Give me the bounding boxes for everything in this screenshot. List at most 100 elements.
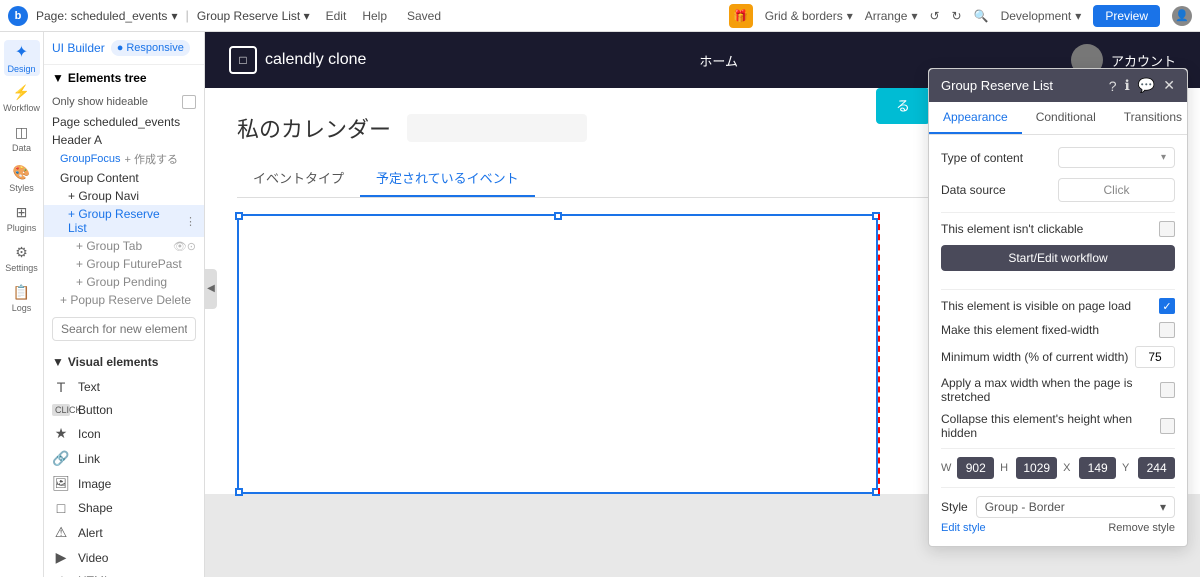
image-element-label: Image: [78, 477, 111, 491]
app-name-label: calendly clone: [265, 51, 366, 69]
sidebar-item-workflow[interactable]: ⚡ Workflow: [4, 80, 40, 116]
edit-menu[interactable]: Edit: [326, 9, 347, 23]
user-avatar-icon: 👤: [1172, 6, 1192, 26]
element-icon[interactable]: ★ Icon: [44, 421, 204, 446]
x-value[interactable]: 149: [1079, 457, 1116, 479]
chat-icon[interactable]: 💬: [1138, 77, 1155, 94]
panel-tabs: Appearance Conditional Transitions: [929, 102, 1187, 135]
tree-item-group-navi[interactable]: + Group Navi: [44, 187, 204, 205]
collapse-icon: ▼: [52, 71, 64, 85]
panel-header: UI Builder ● Responsive: [44, 32, 204, 65]
sidebar-item-design[interactable]: ✦ Design: [4, 40, 40, 76]
max-width-toggle[interactable]: [1160, 382, 1175, 398]
tab-event-type[interactable]: イベントタイプ: [237, 160, 360, 197]
type-of-content-control: ▾: [1058, 147, 1175, 168]
divider-3: [941, 448, 1175, 449]
style-row: Style Group - Border ▾ Edit style Remove…: [941, 496, 1175, 534]
help-icon[interactable]: ?: [1109, 78, 1117, 94]
type-of-content-dropdown[interactable]: ▾: [1058, 147, 1175, 168]
tab-conditional[interactable]: Conditional: [1022, 102, 1110, 134]
sidebar-item-data[interactable]: ◫ Data: [4, 120, 40, 156]
tree-item-group-content[interactable]: Group Content: [44, 169, 204, 187]
element-shape[interactable]: □ Shape: [44, 496, 204, 520]
element-html[interactable]: </> HTML: [44, 570, 204, 577]
element-alert[interactable]: ⚠ Alert: [44, 520, 204, 545]
min-width-value[interactable]: 75: [1135, 346, 1175, 368]
h-value[interactable]: 1029: [1016, 457, 1057, 479]
element-clickable-label: This element isn't clickable: [941, 222, 1083, 236]
elements-tree-label: Elements tree: [68, 71, 147, 85]
info-icon[interactable]: ℹ: [1125, 77, 1130, 94]
tree-item-group-futurepast[interactable]: + Group FuturePast: [44, 255, 204, 273]
element-button[interactable]: CLICK Button: [44, 399, 204, 421]
element-text[interactable]: T Text: [44, 375, 204, 399]
data-source-click-btn[interactable]: Click: [1058, 178, 1175, 202]
group-focus-row[interactable]: GroupFocus + 作成する: [44, 149, 204, 169]
tree-item-group-reserve-list[interactable]: + Group Reserve List ⋮: [44, 205, 204, 237]
w-value[interactable]: 902: [957, 457, 994, 479]
type-of-content-row: Type of content ▾: [941, 147, 1175, 168]
sidebar-item-settings[interactable]: ⚙ Settings: [4, 240, 40, 276]
selection-border: [237, 214, 878, 494]
element-image[interactable]: 🖼 Image: [44, 471, 204, 496]
nav-home[interactable]: ホーム: [699, 51, 738, 70]
grid-borders-button[interactable]: Grid & borders ▾: [765, 9, 853, 23]
visible-on-load-row: This element is visible on page load ✓: [941, 298, 1175, 314]
page-dropdown-arrow[interactable]: ▾: [171, 9, 177, 23]
element-video[interactable]: ▶ Video: [44, 545, 204, 570]
sidebar-collapse-handle[interactable]: ◀: [205, 269, 217, 309]
close-icon[interactable]: ✕: [1163, 77, 1175, 94]
panel-title-bar: Group Reserve List ? ℹ 💬 ✕: [929, 69, 1187, 102]
handle-br: [872, 488, 880, 496]
search-box: [52, 317, 196, 341]
tab-transitions[interactable]: Transitions: [1110, 102, 1196, 134]
collapse-icon-visual: ▼: [52, 355, 64, 369]
tab-scheduled-events[interactable]: 予定されているイベント: [360, 160, 535, 197]
alert-element-label: Alert: [78, 526, 103, 540]
edit-style-link[interactable]: Edit style: [941, 522, 986, 534]
app-nav: ホーム: [699, 51, 738, 70]
workflow-button[interactable]: Start/Edit workflow: [941, 245, 1175, 271]
tree-item-popup-reserve-delete[interactable]: + Popup Reserve Delete: [44, 291, 204, 309]
tree-item-page[interactable]: Page scheduled_events: [44, 113, 204, 131]
style-value-dropdown[interactable]: Group - Border ▾: [976, 496, 1175, 518]
visual-elements-label: Visual elements: [68, 355, 159, 369]
redo-button[interactable]: ↻: [952, 9, 962, 23]
visible-on-load-toggle[interactable]: ✓: [1159, 298, 1175, 314]
preview-button[interactable]: Preview: [1093, 5, 1160, 27]
create-button[interactable]: る: [876, 88, 930, 124]
video-element-label: Video: [78, 551, 108, 565]
element-link[interactable]: 🔗 Link: [44, 446, 204, 471]
account-label: アカウント: [1111, 51, 1176, 70]
collapse-toggle[interactable]: [1160, 418, 1175, 434]
collapse-arrow-icon: ◀: [207, 283, 215, 294]
tree-item-group-pending[interactable]: + Group Pending: [44, 273, 204, 291]
group-focus-label: GroupFocus: [60, 153, 121, 165]
sidebar-item-styles[interactable]: 🎨 Styles: [4, 160, 40, 196]
element-search-input[interactable]: [52, 317, 196, 341]
y-value[interactable]: 244: [1138, 457, 1175, 479]
tree-item-group-tab[interactable]: + Group Tab 👁⊙: [44, 237, 204, 255]
responsive-dot: ●: [117, 42, 124, 54]
plugins-label: Plugins: [7, 223, 37, 233]
min-width-label: Minimum width (% of current width): [941, 350, 1135, 364]
app-logo-icon: b: [8, 6, 28, 26]
sidebar-item-logs[interactable]: 📋 Logs: [4, 280, 40, 316]
handle-tm: [554, 212, 562, 220]
notification-icon[interactable]: 🎁: [729, 4, 753, 28]
max-width-row: Apply a max width when the page is stret…: [941, 376, 1175, 404]
tree-item-header-a[interactable]: Header A: [44, 131, 204, 149]
fixed-width-toggle[interactable]: [1159, 322, 1175, 338]
search-button[interactable]: 🔍: [974, 9, 989, 23]
dev-mode-button[interactable]: Development ▾: [1001, 9, 1082, 23]
element-clickable-toggle[interactable]: [1159, 221, 1175, 237]
undo-button[interactable]: ↺: [929, 9, 939, 23]
remove-style-link[interactable]: Remove style: [1108, 522, 1175, 534]
show-hideable-checkbox[interactable]: [182, 95, 196, 109]
help-menu[interactable]: Help: [362, 9, 387, 23]
responsive-badge[interactable]: ● Responsive: [111, 40, 190, 56]
tab-appearance[interactable]: Appearance: [929, 102, 1022, 134]
arrange-button[interactable]: Arrange ▾: [865, 9, 918, 23]
page-selector[interactable]: Page: scheduled_events ▾: [36, 9, 177, 23]
sidebar-item-plugins[interactable]: ⊞ Plugins: [4, 200, 40, 236]
